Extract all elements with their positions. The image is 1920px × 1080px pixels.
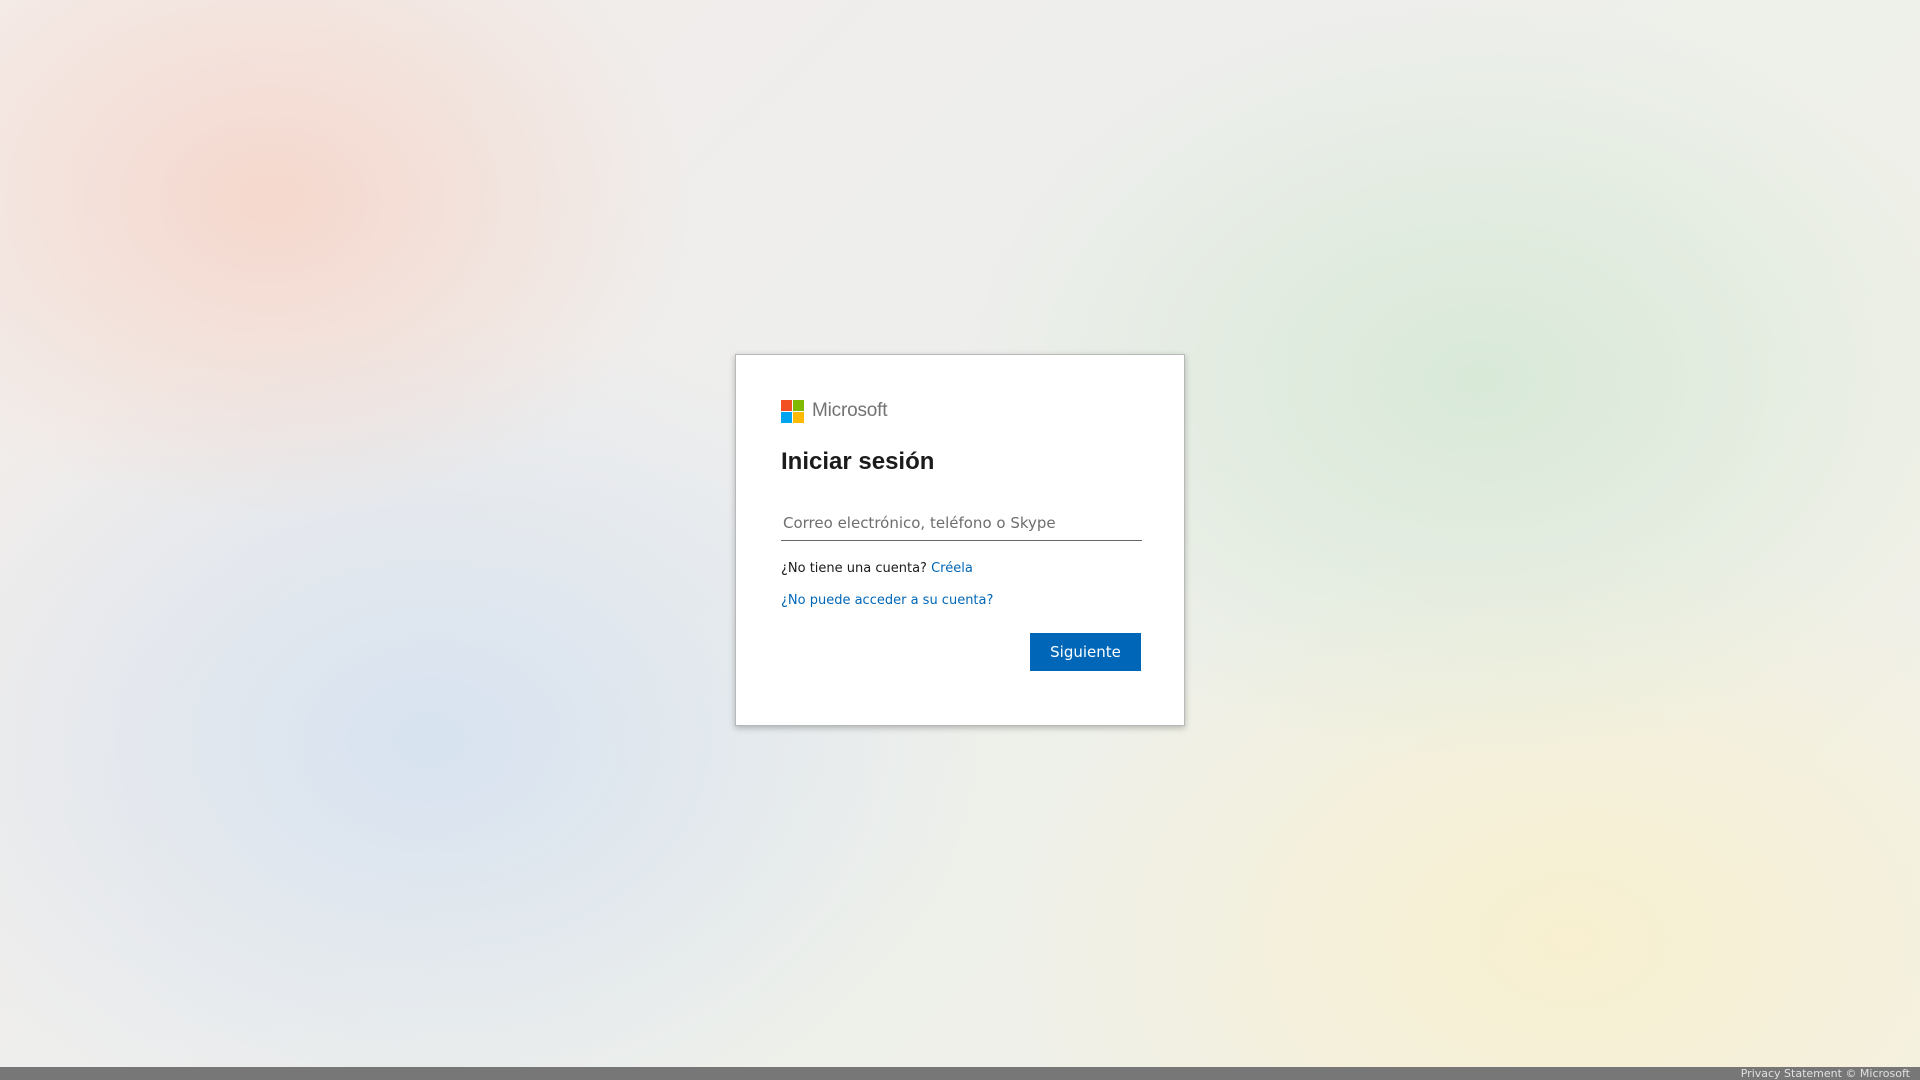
footer-text[interactable]: Privacy Statement © Microsoft: [1741, 1067, 1920, 1080]
create-account-link[interactable]: Créela: [931, 561, 973, 576]
footer-bar: Privacy Statement © Microsoft: [0, 1067, 1920, 1080]
email-field[interactable]: [781, 505, 1142, 541]
logo-square-blue: [781, 411, 792, 423]
logo-square-green: [793, 399, 804, 411]
logo-square-red: [781, 399, 792, 411]
logo-square-yellow: [793, 411, 804, 423]
signin-card: Microsoft Iniciar sesión ¿No tiene una c…: [735, 354, 1185, 726]
cant-access-account-link[interactable]: ¿No puede acceder a su cuenta?: [781, 593, 993, 608]
microsoft-logo: Microsoft: [781, 399, 1140, 423]
microsoft-squares-icon: [781, 399, 804, 423]
logo-text: Microsoft: [812, 400, 888, 421]
next-button[interactable]: Siguiente: [1030, 633, 1141, 671]
cant-access-row: ¿No puede acceder a su cuenta?: [781, 591, 1140, 611]
page-title: Iniciar sesión: [781, 448, 935, 475]
no-account-text: ¿No tiene una cuenta?: [781, 561, 927, 576]
button-row: Siguiente: [781, 633, 1141, 671]
email-field-wrapper: [781, 505, 1142, 541]
no-account-row: ¿No tiene una cuenta? Créela: [781, 559, 1140, 579]
